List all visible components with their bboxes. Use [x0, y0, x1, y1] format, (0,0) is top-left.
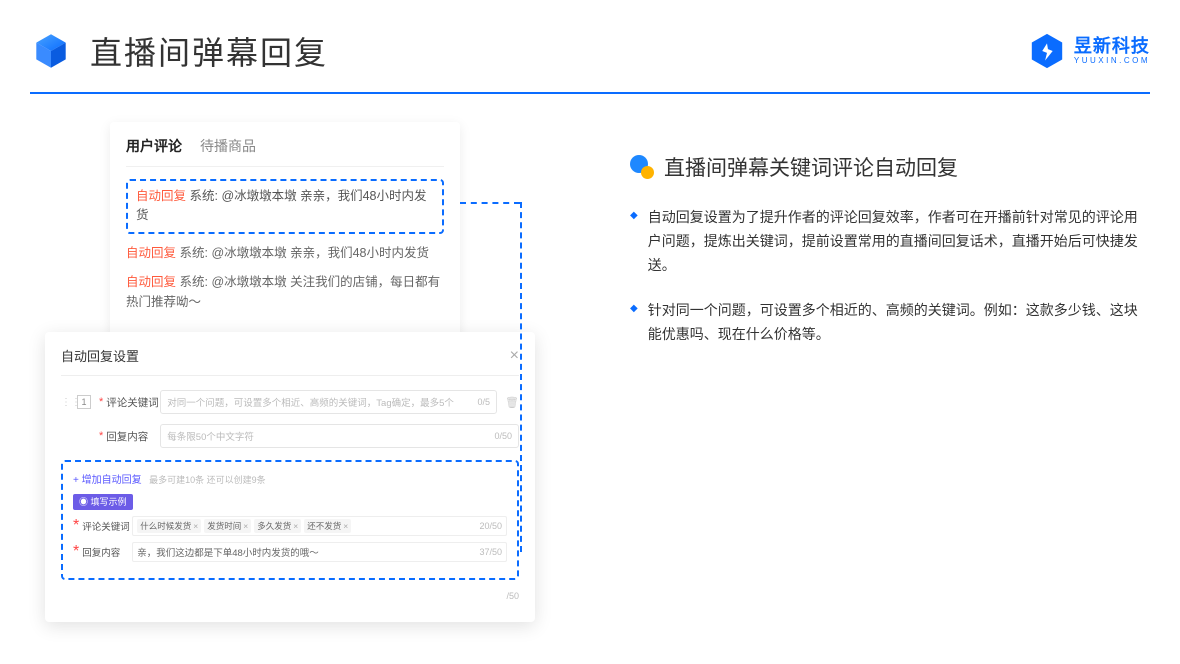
brand-block: 昱新科技 YUUXIN.COM: [1028, 32, 1150, 70]
header-divider: [30, 92, 1150, 94]
ex-keyword-tags[interactable]: 什么时候发货 发货时间 多久发货 还不发货 20/50: [132, 516, 507, 536]
brand-logo-icon: [1028, 32, 1066, 70]
close-icon[interactable]: ×: [510, 347, 519, 365]
cube-icon: [30, 30, 72, 72]
reply-label: 回复内容: [106, 429, 160, 444]
keyword-chip[interactable]: 发货时间: [204, 519, 251, 533]
comment-text: 系统: @冰墩墩本墩 亲亲，我们48小时内发货: [180, 246, 430, 260]
tab-pending-products[interactable]: 待播商品: [200, 136, 256, 156]
delete-icon[interactable]: 🗑: [505, 396, 519, 409]
auto-reply-settings-modal: 自动回复设置 × ⋮⋮ 1 * 评论关键词 对同一个问题，可设置多个相近、高频的…: [45, 332, 535, 622]
row-index: 1: [77, 395, 91, 409]
bubble-icon: [630, 155, 654, 179]
example-block: + 增加自动回复 最多可建10条 还可以创建9条 ◉ 填写示例 * 评论关键词 …: [61, 460, 519, 580]
reply-input[interactable]: 每条限50个中文字符 0/50: [160, 424, 519, 448]
add-auto-reply-link[interactable]: + 增加自动回复: [73, 471, 142, 486]
brand-url: YUUXIN.COM: [1074, 57, 1150, 65]
drag-handle-icon[interactable]: ⋮⋮: [61, 397, 71, 408]
bottom-counter: /50: [506, 591, 519, 601]
tab-user-comments[interactable]: 用户评论: [126, 136, 182, 156]
modal-title: 自动回复设置: [61, 346, 139, 365]
auto-reply-tag: 自动回复: [136, 189, 186, 203]
ex-reply-input[interactable]: 亲，我们这边都是下单48小时内发货的哦～ 37/50: [132, 542, 507, 562]
connector-line: [460, 202, 520, 204]
ex-keyword-label: 评论关键词: [82, 519, 132, 533]
keyword-chip[interactable]: 还不发货: [304, 519, 351, 533]
connector-line: [520, 202, 522, 552]
keyword-chip[interactable]: 什么时候发货: [137, 519, 201, 533]
brand-name: 昱新科技: [1074, 37, 1150, 55]
ex-reply-label: 回复内容: [82, 545, 132, 559]
comment-item: 自动回复 系统: @冰墩墩本墩 亲亲，我们48小时内发货: [126, 244, 444, 263]
comment-highlighted: 自动回复 系统: @冰墩墩本墩 亲亲，我们48小时内发货: [126, 179, 444, 234]
example-badge: ◉ 填写示例: [73, 494, 133, 510]
keyword-input[interactable]: 对同一个问题，可设置多个相近、高频的关键词，Tag确定，最多5个 0/5: [160, 390, 497, 414]
bullet-item: 针对同一个问题，可设置多个相近的、高频的关键词。例如：这款多少钱、这块能优惠吗、…: [630, 299, 1150, 347]
auto-reply-tag: 自动回复: [126, 246, 176, 260]
section-title: 直播间弹幕关键词评论自动回复: [664, 152, 958, 182]
add-hint: 最多可建10条 还可以创建9条: [149, 475, 266, 485]
comment-item: 自动回复 系统: @冰墩墩本墩 关注我们的店铺，每日都有热门推荐呦～: [126, 273, 444, 312]
auto-reply-tag: 自动回复: [126, 275, 176, 289]
page-title: 直播间弹幕回复: [90, 28, 328, 74]
keyword-chip[interactable]: 多久发货: [254, 519, 301, 533]
bullet-item: 自动回复设置为了提升作者的评论回复效率，作者可在开播前针对常见的评论用户问题，提…: [630, 206, 1150, 277]
keyword-label: 评论关键词: [106, 395, 160, 410]
